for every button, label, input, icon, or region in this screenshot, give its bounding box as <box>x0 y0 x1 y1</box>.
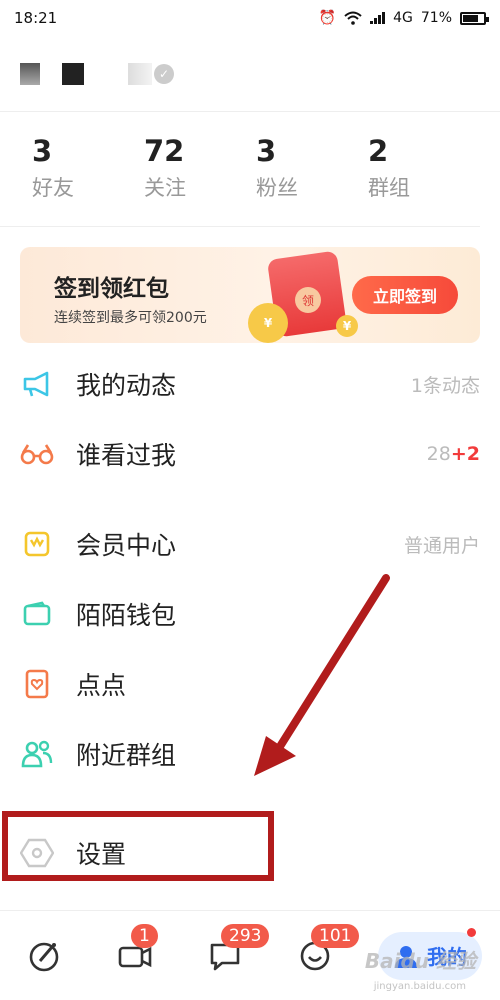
alarm-icon: ⏰ <box>318 10 337 26</box>
coin-icon: ¥ <box>248 303 288 343</box>
menu-item-visitors[interactable]: 谁看过我 28 +2 <box>0 419 500 489</box>
status-bar: 18:21 ⏰ 4G 71% <box>0 0 500 36</box>
video-badge: 1 <box>131 923 158 948</box>
network-type: 4G <box>393 10 413 26</box>
stat-value: 3 <box>32 134 53 168</box>
stat-groups[interactable]: 2 群组 <box>368 134 480 202</box>
wallet-icon <box>20 597 54 631</box>
annotation-highlight-box <box>2 811 274 881</box>
stat-value: 72 <box>144 134 185 168</box>
tab-feed[interactable] <box>15 926 75 986</box>
tab-video[interactable]: 1 <box>105 923 165 986</box>
stat-label: 粉丝 <box>256 176 298 200</box>
menu-item-label: 陌陌钱包 <box>76 601 177 630</box>
stat-value: 3 <box>256 134 277 168</box>
profile-header[interactable]: ✓ <box>0 36 500 112</box>
messages-badge: 293 <box>221 923 270 948</box>
crown-icon <box>20 527 54 561</box>
stat-value: 2 <box>368 134 389 168</box>
banner-subtitle: 连续签到最多可领200元 <box>54 310 207 326</box>
menu-item-value: 28 <box>426 443 451 465</box>
coin-icon: ¥ <box>336 315 358 337</box>
visitors-new-count: +2 <box>450 443 480 465</box>
stats-row: 3 好友 72 关注 3 粉丝 2 群组 <box>0 112 480 227</box>
verified-check-icon: ✓ <box>154 63 174 84</box>
menu-item-value: 普通用户 <box>403 534 480 557</box>
stat-following[interactable]: 72 关注 <box>144 134 256 202</box>
glasses-icon <box>20 437 54 471</box>
megaphone-icon <box>20 367 54 401</box>
menu-item-wallet[interactable]: 陌陌钱包 <box>0 579 500 649</box>
checkin-button[interactable]: 立即签到 <box>352 276 458 314</box>
stat-label: 关注 <box>144 176 186 200</box>
stat-label: 好友 <box>32 176 74 200</box>
menu-item-label: 谁看过我 <box>76 441 177 470</box>
watermark-url: jingyan.baidu.com <box>373 981 466 992</box>
menu-item-nearby-groups[interactable]: 附近群组 <box>0 719 500 789</box>
stat-fans[interactable]: 3 粉丝 <box>256 134 368 202</box>
menu-item-label: 附近群组 <box>76 741 177 770</box>
tab-messages[interactable]: 293 <box>195 923 270 986</box>
menu-item-label: 点点 <box>76 671 127 700</box>
menu-item-label: 我的动态 <box>76 371 177 400</box>
signal-icon <box>370 12 386 24</box>
menu-item-value: 1条动态 <box>410 374 480 397</box>
checkin-banner[interactable]: 签到领红包 连续签到最多可领200元 领 ¥ ¥ 立即签到 <box>20 247 480 343</box>
menu-item-dynamics[interactable]: 我的动态 1条动态 <box>0 349 500 419</box>
contacts-badge: 101 <box>311 923 360 948</box>
profile-name-obscured <box>62 62 84 85</box>
stat-label: 群组 <box>368 176 410 200</box>
watermark-brand: Baidu 经验 <box>364 949 476 973</box>
menu-item-dots[interactable]: 点点 <box>0 649 500 719</box>
status-time: 18:21 <box>14 9 58 27</box>
compass-pen-icon <box>29 942 59 971</box>
tab-contacts[interactable]: 101 <box>285 923 360 986</box>
stat-friends[interactable]: 3 好友 <box>32 134 144 202</box>
profile-name-obscured <box>20 62 40 85</box>
profile-name-obscured <box>128 62 152 85</box>
menu-item-vip[interactable]: 会员中心 普通用户 <box>0 509 500 579</box>
banner-title: 签到领红包 <box>54 276 169 302</box>
battery-icon <box>460 11 489 25</box>
heart-card-icon <box>20 667 54 701</box>
red-packet-seal: 领 <box>295 287 321 313</box>
status-icons: ⏰ 4G 71% <box>318 10 489 26</box>
wifi-icon <box>344 11 362 25</box>
battery-level: 71% <box>420 10 452 26</box>
group-icon <box>20 737 54 771</box>
menu-item-settings[interactable]: 设置 <box>0 811 500 895</box>
menu-item-label: 会员中心 <box>76 531 177 560</box>
menu-list: 我的动态 1条动态 谁看过我 28 +2 会员中心 普通用户 陌陌钱包 点点 附… <box>0 349 500 895</box>
red-packet-illustration: 领 ¥ ¥ <box>248 250 358 343</box>
notification-dot <box>467 927 476 937</box>
